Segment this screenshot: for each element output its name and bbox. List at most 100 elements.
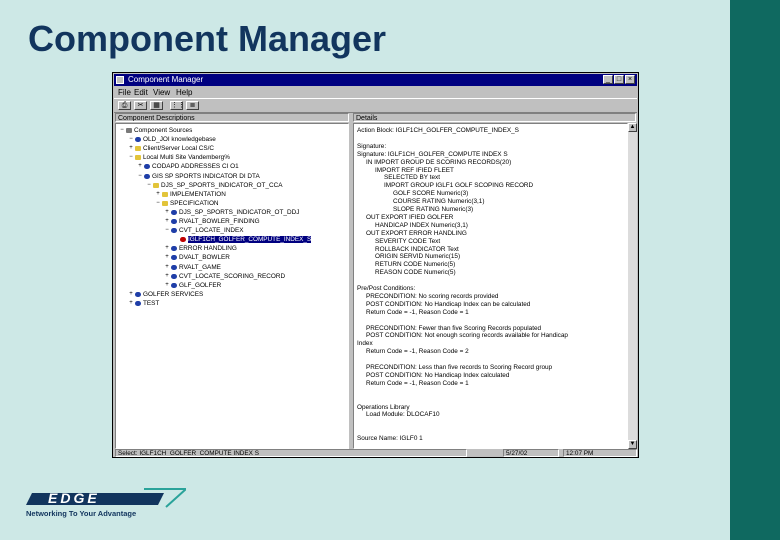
expand-icon[interactable]: + xyxy=(164,264,170,271)
list-view-icon[interactable]: ≣ xyxy=(186,101,199,110)
db-icon xyxy=(144,173,150,179)
collapse-icon[interactable]: − xyxy=(128,136,134,143)
collapse-icon[interactable]: − xyxy=(119,127,125,134)
tree-item[interactable]: + Client/Server Local CS/C xyxy=(128,145,214,152)
detail-line: Action Block: IGLF1CH_GOLFER_COMPUTE_IND… xyxy=(357,127,519,134)
expand-icon[interactable]: + xyxy=(128,300,134,307)
detail-line: PRECONDITION: No scoring records provide… xyxy=(366,292,499,300)
expand-icon[interactable]: + xyxy=(164,282,170,289)
tree-item[interactable]: + DJS_SP_SPORTS_INDICATOR_OT_DDJ xyxy=(164,209,299,216)
detail-line: SLOPE RATING Numeric(3) xyxy=(393,206,474,213)
tree-item-label: Local Multi Site Vandemberg% xyxy=(143,154,230,162)
tree-item[interactable]: + GOLFER SERVICES xyxy=(128,291,203,298)
detail-line: Signature: IGLF1CH_GOLFER_COMPUTE INDEX … xyxy=(357,150,508,158)
tree-item[interactable]: + RVALT_GAME xyxy=(164,264,221,271)
tree-item-label: CVT_LOCATE_SCORING_RECORD xyxy=(179,272,286,280)
db-icon xyxy=(135,137,141,143)
collapse-icon[interactable]: − xyxy=(128,154,134,161)
expand-icon[interactable]: + xyxy=(164,218,170,225)
menu-edit[interactable]: Edit xyxy=(134,87,148,98)
db-icon xyxy=(171,246,177,252)
detail-line: OUT EXPORT IFIED GOLFER xyxy=(366,213,454,221)
status-date: 5/27/02 xyxy=(503,449,559,457)
print-icon[interactable]: ⎙ xyxy=(118,101,131,110)
scroll-up-icon[interactable]: ▲ xyxy=(628,123,637,132)
db-icon xyxy=(171,273,177,279)
cut-icon[interactable]: ✂ xyxy=(134,101,147,110)
tree-item[interactable]: + DVALT_BOWLER xyxy=(164,254,230,261)
tree-item-label: Client/Server Local CS/C xyxy=(143,145,215,153)
tree-item-selected[interactable]: IGLF1CH_GOLFER_COMPUTE_INDEX_S xyxy=(173,236,312,244)
expand-icon[interactable]: + xyxy=(164,245,170,252)
close-button[interactable]: × xyxy=(625,75,635,84)
detail-line: Load Module: DLOCAF10 xyxy=(366,411,440,419)
tree-item[interactable]: − GIS SP SPORTS INDICATOR DI DTA xyxy=(137,172,260,180)
tree-item[interactable]: + CODAPD ADDRESSES CI O1 xyxy=(137,163,238,170)
tree-item[interactable]: + ERROR HANDLING xyxy=(164,245,237,252)
expand-icon[interactable]: + xyxy=(164,273,170,280)
detail-line: Operations Library xyxy=(357,403,410,411)
title-bar[interactable]: Component Manager _ □ × xyxy=(114,74,637,86)
toolbar: ⎙ ✂ ▦ ⋮⋮ ≣ xyxy=(114,98,637,113)
minimize-button[interactable]: _ xyxy=(603,75,613,84)
folder-icon xyxy=(153,182,159,188)
detail-line: Pre/Post Conditions: xyxy=(357,285,416,292)
tree-item[interactable]: − DJS_SP_SPORTS_INDICATOR_OT_CCA xyxy=(146,182,282,189)
tree-item[interactable]: − Local Multi Site Vandemberg% xyxy=(128,154,230,161)
detail-line: REASON CODE Numeric(5) xyxy=(375,269,456,277)
detail-line: HANDICAP INDEX Numeric(3,1) xyxy=(375,221,468,229)
detail-line: IMPORT REF IFIED FLEET xyxy=(375,166,454,174)
paste-icon[interactable]: ▦ xyxy=(150,101,163,110)
expand-icon[interactable]: + xyxy=(137,163,143,170)
collapse-icon[interactable]: − xyxy=(146,182,152,189)
detail-line: IMPORT GROUP IGLF1 GOLF SCOPING RECORD xyxy=(384,182,534,190)
window-title: Component Manager xyxy=(128,75,204,84)
status-selection: Select: IGLF1CH_GOLFER_COMPUTE INDEX S xyxy=(115,449,467,457)
tree-item[interactable]: + GLF_GOLFER xyxy=(164,282,221,289)
vertical-scrollbar[interactable]: ▲ ▼ xyxy=(628,123,637,449)
tree-item[interactable]: + CVT_LOCATE_SCORING_RECORD xyxy=(164,273,285,280)
tree-item[interactable]: − Component Sources xyxy=(119,127,192,134)
expand-icon[interactable]: + xyxy=(155,191,161,198)
detail-line: SELECTED BY text xyxy=(384,174,440,182)
component-tree[interactable]: − Component Sources − OLD_JOI knowledgebase… xyxy=(115,123,349,449)
menu-view[interactable]: View xyxy=(153,87,170,98)
collapse-icon[interactable]: − xyxy=(155,200,161,207)
tree-item-label: GOLFER SERVICES xyxy=(143,290,204,298)
db-icon xyxy=(135,300,141,306)
folder-icon xyxy=(135,146,141,152)
tree-item[interactable]: − OLD_JOI knowledgebase xyxy=(128,136,216,143)
folder-icon xyxy=(162,191,168,197)
tree-view-icon[interactable]: ⋮⋮ xyxy=(170,101,185,110)
tree-item-label: GIS SP SPORTS INDICATOR DI DTA xyxy=(152,172,260,180)
status-bar: Select: IGLF1CH_GOLFER_COMPUTE INDEX S 5… xyxy=(114,449,637,457)
db-icon xyxy=(171,255,177,261)
expand-icon[interactable]: + xyxy=(128,291,134,298)
detail-line: ROLLBACK INDICATOR Text xyxy=(375,245,459,253)
tree-item-label: OLD_JOI knowledgebase xyxy=(143,136,216,144)
tree-item[interactable]: − CVT_LOCATE_INDEX xyxy=(164,227,243,234)
collapse-icon[interactable]: − xyxy=(137,173,143,180)
tree-item-label: DJS_SP_SPORTS_INDICATOR_OT_CCA xyxy=(161,181,283,189)
detail-line: Return Code = -1, Reason Code = 1 xyxy=(366,379,469,387)
tree-item[interactable]: + RVALT_BOWLER_FINDING xyxy=(164,218,260,225)
tree-item-label: RVALT_BOWLER_FINDING xyxy=(179,218,260,225)
details-pane[interactable]: Action Block: IGLF1CH_GOLFER_COMPUTE_IND… xyxy=(353,123,628,449)
tree-item[interactable]: + IMPLEMENTATION xyxy=(155,191,226,198)
detail-line: POST CONDITION: No Handicap Index can be… xyxy=(366,300,531,308)
tree-item[interactable]: − SPECIFICATION xyxy=(155,200,218,207)
status-time: 12:07 PM xyxy=(563,449,637,457)
detail-line: PRECONDITION: Less than five records to … xyxy=(366,364,553,371)
expand-icon[interactable]: + xyxy=(164,254,170,261)
menu-file[interactable]: File xyxy=(118,87,131,98)
app-icon xyxy=(116,76,124,84)
detail-line: Return Code = -1, Reason Code = 2 xyxy=(366,348,469,356)
scroll-down-icon[interactable]: ▼ xyxy=(628,440,637,449)
slide-title: Component Manager xyxy=(28,18,387,59)
tree-item[interactable]: + TEST xyxy=(128,300,159,307)
menu-help[interactable]: Help xyxy=(176,87,192,98)
maximize-button[interactable]: □ xyxy=(614,75,624,84)
expand-icon[interactable]: + xyxy=(164,209,170,216)
collapse-icon[interactable]: − xyxy=(164,227,170,234)
expand-icon[interactable]: + xyxy=(128,145,134,152)
